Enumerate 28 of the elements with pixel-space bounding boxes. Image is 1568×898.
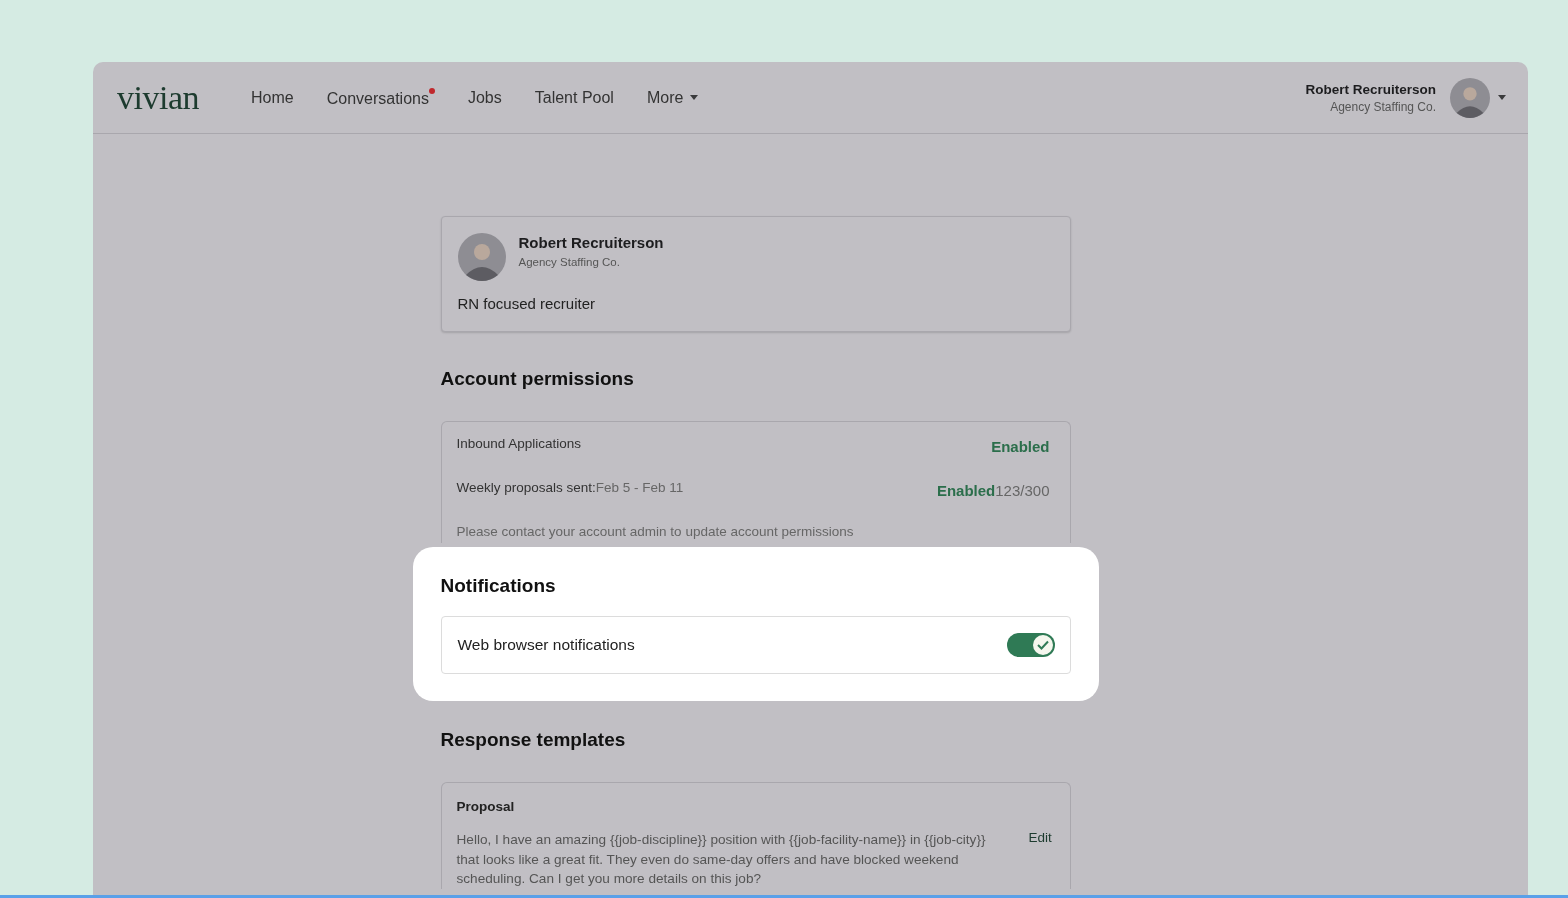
section-heading: Response templates <box>440 729 627 751</box>
toggle-switch[interactable] <box>1006 633 1055 657</box>
nav-link[interactable]: Jobs <box>467 87 502 108</box>
profile-company: Agency Staffing Co. <box>518 256 621 268</box>
permissions-note: Please contact your account admin to update account permissions <box>456 524 855 539</box>
notification-label: Web browser notifications <box>457 636 635 654</box>
template-name: Proposal <box>456 799 516 814</box>
section-heading: Notifications <box>440 575 557 597</box>
nav-link[interactable]: More <box>646 87 699 108</box>
avatar-icon <box>457 233 506 281</box>
template-text: Hello, I have an amazing {{job-discipline}} position with {{job-facility-name}} in {{job-city}} that looks like a great fit. They even do same-day offers and have blocked weekend scheduling. Can I get you more details on this job? <box>456 831 987 888</box>
profile-name: Robert Recruiterson <box>518 234 664 251</box>
logo[interactable]: vivian <box>117 78 199 117</box>
permission-status: Enabled <box>991 438 1050 455</box>
caret-icon[interactable] <box>1498 95 1506 100</box>
avatar-icon <box>1450 77 1490 118</box>
edit-link[interactable]: Edit <box>1028 830 1052 845</box>
permission-label: Weekly proposals sent:Feb 5 - Feb 11 <box>456 480 684 495</box>
section-heading: Account permissions <box>440 368 635 390</box>
user-name: Robert Recruiterson <box>1305 81 1436 97</box>
check-icon <box>1036 640 1049 650</box>
permission-status: Enabled123/300 <box>936 482 1050 499</box>
profile-bio: RN focused recruiter <box>457 295 597 312</box>
nav-link[interactable]: Home <box>251 87 294 108</box>
nav-link[interactable]: Conversations <box>326 87 435 108</box>
permission-label: Inbound Applications <box>456 436 582 451</box>
user-company: Agency Staffing Co. <box>1330 99 1436 114</box>
nav-link[interactable]: Talent Pool <box>534 87 614 108</box>
